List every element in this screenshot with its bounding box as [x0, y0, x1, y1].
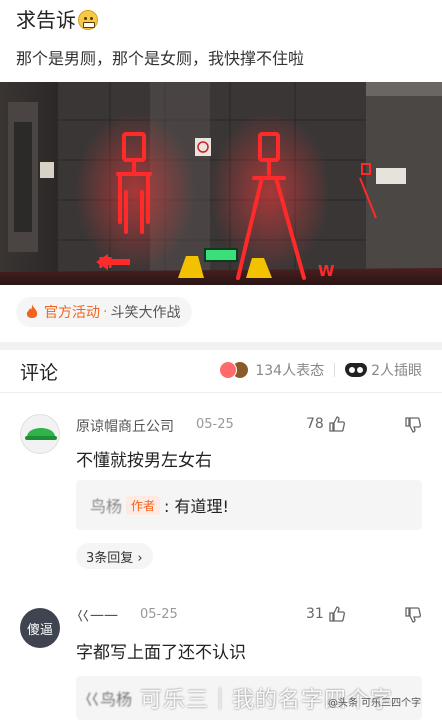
avatar[interactable]: 傻逼 — [20, 608, 60, 648]
like-count: 31 — [306, 606, 324, 622]
thumbs-down-icon[interactable] — [404, 606, 422, 624]
post-body-text: 那个是男厕，那个是女厕，我快撑不住啦 — [16, 49, 305, 68]
avatar[interactable] — [20, 414, 60, 454]
reactions-summary[interactable]: 134人表态 2人插眼 — [219, 360, 422, 380]
svg-text:M: M — [98, 254, 113, 272]
like-count: 78 — [306, 416, 324, 432]
comments-header: 评论 134人表态 2人插眼 — [0, 350, 442, 392]
watermark-logo: @头条 可乐三四个字 — [328, 698, 422, 709]
eyes-icon — [345, 363, 368, 377]
comment-username[interactable]: 巜一一 — [76, 606, 118, 626]
like-button[interactable]: 31 — [306, 605, 346, 623]
header-divider — [0, 392, 442, 393]
reply-username[interactable]: 鸟杨 — [90, 493, 122, 517]
eyes-count: 2人插眼 — [371, 363, 422, 379]
comment-username[interactable]: 原谅帽商丘公司 — [76, 416, 174, 436]
tag-sub-label: 斗笑大作战 — [110, 305, 181, 321]
post-title: 求告诉 — [16, 6, 98, 34]
post-photo[interactable]: M W — [0, 82, 442, 285]
zipper-mouth-face-icon — [78, 10, 98, 30]
reply-text: : 有道理! — [164, 497, 229, 516]
reply-preview[interactable]: 鸟杨 作者 : 有道理! — [76, 480, 422, 530]
reactions-count: 134人表态 — [255, 363, 325, 379]
comment-date: 05-25 — [140, 607, 178, 622]
tag-separator: · — [103, 304, 108, 320]
comment-date: 05-25 — [196, 417, 234, 432]
comment-text: 不懂就按男左女右 — [76, 451, 212, 471]
thumbs-up-icon — [329, 606, 345, 622]
comment-text: 字都写上面了还不认识 — [76, 643, 246, 663]
view-replies-button[interactable]: 3条回复 › — [76, 543, 153, 569]
post-title-text: 求告诉 — [16, 8, 76, 32]
reply-username: 巜鸟杨 — [84, 690, 133, 709]
svg-text:W: W — [318, 262, 335, 280]
topic-tag-chip[interactable]: 官方活动 · 斗笑大作战 — [16, 297, 193, 327]
like-button[interactable]: 78 — [306, 415, 346, 433]
thumbs-up-icon — [329, 416, 345, 432]
green-hat-icon — [25, 428, 57, 440]
flame-icon — [26, 304, 38, 318]
restroom-sign-photo: M W — [0, 82, 442, 285]
author-badge: 作者 — [126, 495, 161, 515]
thumbs-down-icon[interactable] — [404, 416, 422, 434]
tag-label: 官方活动 — [44, 305, 100, 321]
reactions-divider — [334, 363, 336, 377]
section-divider — [0, 342, 442, 350]
reply-preview-partial[interactable]: 巜鸟杨 可乐三｜我的名字四个字 @头条 可乐三四个字 — [76, 676, 422, 720]
comments-title: 评论 — [20, 362, 59, 384]
